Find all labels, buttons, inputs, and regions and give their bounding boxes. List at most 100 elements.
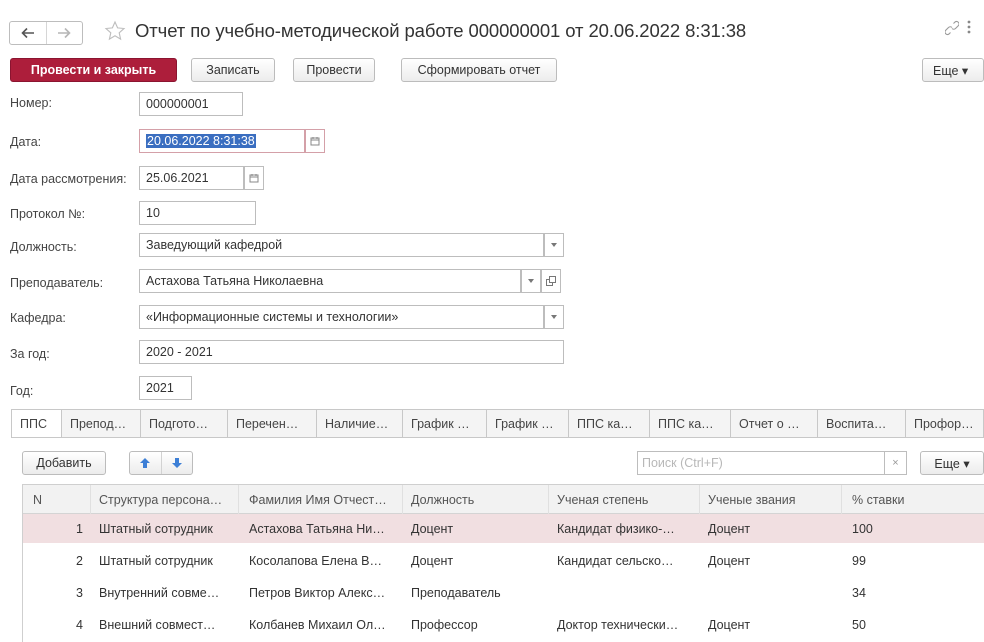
cell-title: Доцент [708, 553, 751, 568]
tab-training[interactable]: Подгото… [141, 409, 228, 438]
cell-name: Астахова Татьяна Ни… [249, 521, 385, 536]
cell-title [708, 578, 842, 607]
table-row[interactable]: 2 Штатный сотрудник Косолапова Елена В… … [23, 546, 984, 575]
clear-search-icon[interactable]: × [885, 451, 907, 475]
date-value: 20.06.2022 8:31:38 [146, 134, 256, 148]
cell-n: 4 [76, 617, 83, 632]
tab-pps[interactable]: ППС [11, 409, 62, 438]
save-button[interactable]: Записать [191, 58, 275, 82]
column-header[interactable]: % ставки [842, 485, 984, 514]
table-row[interactable]: 1 Штатный сотрудник Астахова Татьяна Ни…… [23, 514, 984, 543]
cell-title: Доцент [708, 521, 751, 536]
cell-degree: Кандидат сельско… [557, 553, 674, 568]
column-header[interactable]: Должность [403, 485, 549, 514]
open-item-icon[interactable] [541, 269, 561, 293]
department-field[interactable]: «Информационные системы и технологии» [139, 305, 544, 329]
table-more-button[interactable]: Еще ▾ [920, 451, 984, 475]
tabs-divider [11, 437, 984, 438]
cell-position: Преподаватель [411, 585, 501, 600]
column-header[interactable]: Ученые звания [700, 485, 842, 514]
review-date-label: Дата рассмотрения: [10, 172, 127, 186]
tab-report[interactable]: Отчет о … [731, 409, 818, 438]
cell-structure: Штатный сотрудник [99, 553, 213, 568]
date-label: Дата: [10, 135, 42, 149]
forward-arrow-icon[interactable] [45, 22, 83, 44]
cell-name: Колбанев Михаил Ол… [249, 617, 386, 632]
cell-rate: 50 [852, 617, 866, 632]
tab-pps-dept-1[interactable]: ППС ка… [569, 409, 650, 438]
back-arrow-icon[interactable] [10, 22, 46, 44]
number-label: Номер: [10, 96, 52, 110]
cell-structure: Штатный сотрудник [99, 521, 213, 536]
teacher-field[interactable]: Астахова Татьяна Николаевна [139, 269, 521, 293]
tab-schedule-1[interactable]: График … [403, 409, 487, 438]
cell-rate: 99 [852, 553, 866, 568]
year-field[interactable]: 2021 [139, 376, 192, 400]
cell-structure: Внешний совмест… [99, 617, 216, 632]
protocol-field[interactable]: 10 [139, 201, 256, 225]
calendar-icon[interactable] [244, 166, 264, 190]
column-header[interactable]: Структура персона… [91, 485, 239, 514]
position-label: Должность: [10, 240, 77, 254]
cell-name: Петров Виктор Алекс… [249, 585, 386, 600]
tab-career[interactable]: Профор… [906, 409, 984, 438]
arrow-down-icon[interactable] [160, 452, 193, 474]
table-row[interactable]: 4 Внешний совмест… Колбанев Михаил Ол… П… [23, 610, 984, 639]
date-field[interactable]: 20.06.2022 8:31:38 [139, 129, 305, 153]
cell-degree [557, 578, 700, 607]
table-row[interactable]: 3 Внутренний совме… Петров Виктор Алекс…… [23, 578, 984, 607]
favorite-star-icon[interactable] [104, 20, 126, 42]
cell-rate: 100 [852, 521, 873, 536]
position-field[interactable]: Заведующий кафедрой [139, 233, 544, 257]
tab-bar: ППС Препод… Подгото… Перечен… Наличие… Г… [11, 409, 984, 438]
cell-name: Косолапова Елена В… [249, 553, 382, 568]
tab-list[interactable]: Перечен… [228, 409, 317, 438]
cell-n: 1 [76, 521, 83, 536]
nav-buttons [9, 21, 83, 45]
column-header[interactable]: Фамилия Имя Отчест… [239, 485, 403, 514]
teacher-label: Преподаватель: [10, 276, 104, 290]
post-button[interactable]: Провести [293, 58, 375, 82]
review-date-field[interactable]: 25.06.2021 [139, 166, 244, 190]
tab-education[interactable]: Воспита… [818, 409, 906, 438]
generate-report-button[interactable]: Сформировать отчет [401, 58, 557, 82]
for-year-label: За год: [10, 347, 50, 361]
staff-table: N Структура персона… Фамилия Имя Отчест…… [22, 484, 984, 642]
protocol-label: Протокол №: [10, 207, 86, 221]
cell-rate: 34 [852, 585, 866, 600]
tab-teachers[interactable]: Препод… [62, 409, 141, 438]
cell-title: Доцент [708, 617, 751, 632]
column-header[interactable]: N [23, 485, 91, 514]
number-field[interactable]: 000000001 [139, 92, 243, 116]
column-header[interactable]: Ученая степень [549, 485, 700, 514]
year-label: Год: [10, 384, 34, 398]
post-and-close-button[interactable]: Провести и закрыть [10, 58, 177, 82]
chevron-down-icon[interactable] [521, 269, 541, 293]
more-button[interactable]: Еще ▾ [922, 58, 984, 82]
cell-degree: Доктор технически… [557, 617, 679, 632]
link-icon[interactable] [944, 20, 960, 40]
chevron-down-icon[interactable] [544, 305, 564, 329]
move-buttons [129, 451, 193, 475]
title-bar: Отчет по учебно-методической работе 0000… [0, 0, 984, 58]
cell-degree: Кандидат физико-… [557, 521, 675, 536]
for-year-field[interactable]: 2020 - 2021 [139, 340, 564, 364]
calendar-icon[interactable] [305, 129, 325, 153]
cell-position: Доцент [411, 553, 454, 568]
search-placeholder: Поиск (Ctrl+F) [642, 456, 723, 470]
arrow-up-icon[interactable] [130, 452, 161, 474]
tab-availability[interactable]: Наличие… [317, 409, 403, 438]
chevron-down-icon[interactable] [544, 233, 564, 257]
cell-position: Доцент [411, 521, 454, 536]
document-title: Отчет по учебно-методической работе 0000… [135, 20, 747, 41]
add-row-button[interactable]: Добавить [22, 451, 106, 475]
cell-structure: Внутренний совме… [99, 585, 220, 600]
cell-position: Профессор [411, 617, 478, 632]
table-header: N Структура персона… Фамилия Имя Отчест…… [23, 485, 984, 514]
tab-pps-dept-2[interactable]: ППС ка… [650, 409, 731, 438]
more-vertical-icon[interactable] [966, 19, 972, 39]
cell-n: 3 [76, 585, 83, 600]
tab-schedule-2[interactable]: График … [487, 409, 569, 438]
department-label: Кафедра: [10, 311, 66, 325]
search-input[interactable]: Поиск (Ctrl+F) [637, 451, 885, 475]
